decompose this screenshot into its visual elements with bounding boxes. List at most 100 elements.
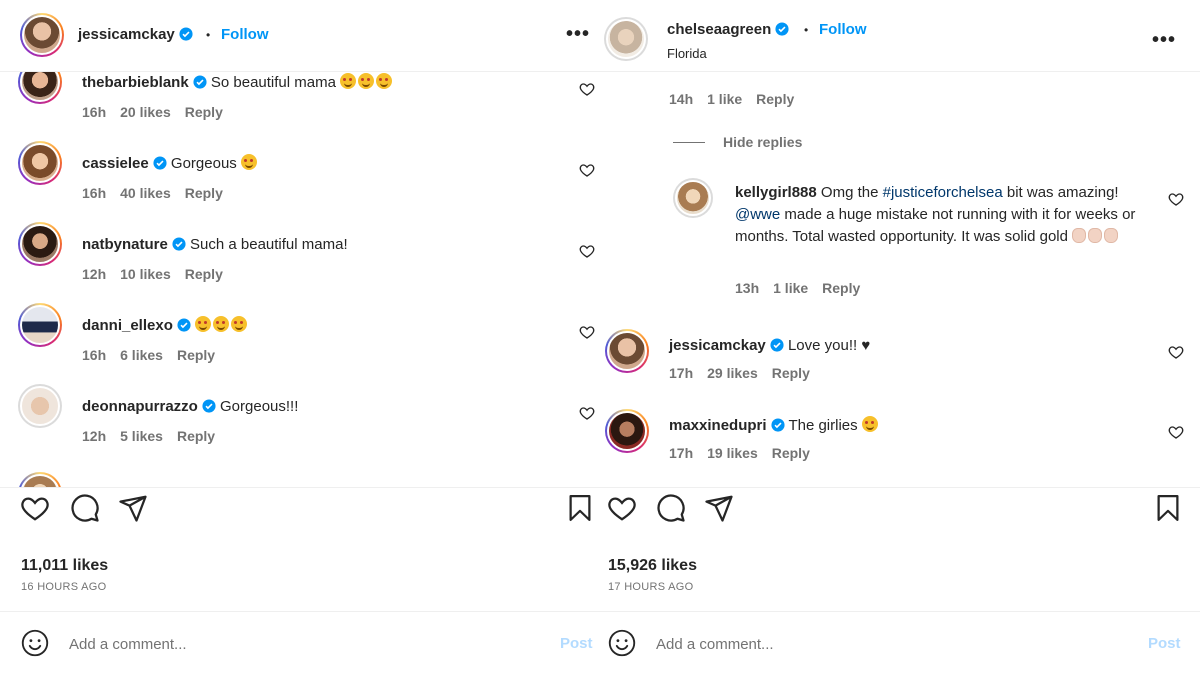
commenter-avatar[interactable]	[18, 303, 62, 347]
reply-button[interactable]: Reply	[185, 185, 223, 201]
comment-meta: 16h 40 likes Reply	[82, 185, 237, 201]
post-comment-button[interactable]: Post	[1148, 635, 1181, 652]
commenter-avatar[interactable]	[673, 178, 713, 218]
commenter-avatar[interactable]	[605, 329, 649, 373]
reply-button[interactable]: Reply	[772, 365, 810, 381]
comment-time: 17h	[669, 365, 694, 381]
post-location[interactable]: Florida	[667, 46, 707, 61]
like-comment-heart-icon[interactable]	[579, 162, 595, 178]
post-actions-bar	[0, 487, 597, 527]
comment-likes[interactable]: 1 like	[707, 91, 742, 107]
emoji-icon[interactable]	[21, 629, 49, 657]
heart-icon[interactable]	[20, 493, 50, 523]
comment-body: natbynature Such a beautiful mama!	[82, 234, 348, 256]
commenter-username[interactable]: thebarbieblank	[82, 74, 189, 91]
post-timestamp: 16 HOURS AGO	[21, 581, 107, 593]
clapping-hands-emoji-icon	[1072, 228, 1120, 245]
comment-icon[interactable]	[70, 493, 100, 523]
comment-icon[interactable]	[656, 493, 686, 523]
add-comment-input[interactable]	[656, 633, 1126, 655]
comment-time: 13h	[735, 280, 760, 296]
reply-button[interactable]: Reply	[756, 91, 794, 107]
comment-time: 12h	[82, 266, 107, 282]
more-options-icon[interactable]: •••	[566, 24, 590, 44]
author-avatar[interactable]	[20, 13, 64, 57]
comment-likes[interactable]: 40 likes	[120, 185, 171, 201]
comment-time: 16h	[82, 347, 107, 363]
comment-likes[interactable]: 29 likes	[707, 365, 758, 381]
commenter-avatar[interactable]	[605, 409, 649, 453]
verified-badge-icon	[179, 27, 193, 41]
commenter-username[interactable]: jessicamckay	[669, 337, 766, 354]
verified-badge-icon	[775, 22, 789, 36]
likes-count[interactable]: 11,011 likes	[21, 557, 108, 575]
comment-likes[interactable]: 10 likes	[120, 266, 171, 282]
commenter-avatar[interactable]	[18, 384, 62, 428]
reply-button[interactable]: Reply	[185, 266, 223, 282]
post-actions-bar	[597, 487, 1200, 527]
like-comment-heart-icon[interactable]	[579, 405, 595, 421]
comment-text: So beautiful mama	[210, 74, 336, 91]
comment-likes[interactable]: 6 likes	[120, 347, 163, 363]
hide-replies-button[interactable]: Hide replies	[723, 134, 802, 150]
commenter-username[interactable]: danni_ellexo	[82, 317, 173, 334]
comment-time: 12h	[82, 428, 107, 444]
like-comment-heart-icon[interactable]	[1168, 191, 1184, 207]
comment-text: The girlies	[788, 417, 858, 434]
reply-button[interactable]: Reply	[185, 104, 223, 120]
commenter-username[interactable]: natbynature	[82, 236, 168, 253]
heart-icon[interactable]	[607, 493, 637, 523]
commenter-avatar[interactable]	[18, 222, 62, 266]
follow-button[interactable]: Follow	[819, 21, 867, 38]
bookmark-icon[interactable]	[1153, 493, 1183, 523]
reply-button[interactable]: Reply	[822, 280, 860, 296]
author-username[interactable]: jessicamckay	[78, 26, 193, 43]
verified-badge-icon	[153, 156, 167, 170]
replies-divider	[673, 142, 705, 143]
commenter-avatar[interactable]	[18, 141, 62, 185]
post-comment-button[interactable]: Post	[560, 635, 593, 652]
commenter-avatar[interactable]	[18, 472, 62, 487]
verified-badge-icon	[177, 318, 191, 332]
commenter-username[interactable]: deonnapurrazzo	[82, 398, 198, 415]
hashtag-link[interactable]: #justiceforchelsea	[883, 184, 1003, 201]
verified-badge-icon	[202, 399, 216, 413]
like-comment-heart-icon[interactable]	[579, 243, 595, 259]
commenter-avatar[interactable]	[18, 72, 62, 104]
follow-button[interactable]: Follow	[221, 26, 269, 43]
reply-button[interactable]: Reply	[772, 445, 810, 461]
likes-count[interactable]: 15,926 likes	[608, 557, 697, 575]
author-avatar[interactable]	[604, 17, 648, 61]
add-comment-input[interactable]	[69, 633, 539, 655]
share-icon[interactable]	[704, 493, 734, 523]
commenter-username[interactable]: maxxinedupri	[669, 417, 767, 434]
more-options-icon[interactable]: •••	[1152, 30, 1176, 50]
comment-time: 14h	[669, 91, 694, 107]
comment-time: 16h	[82, 185, 107, 201]
like-comment-heart-icon[interactable]	[579, 324, 595, 340]
like-comment-heart-icon[interactable]	[579, 81, 595, 97]
comment-likes[interactable]: 5 likes	[120, 428, 163, 444]
comment-text: Gorgeous!!!	[220, 398, 299, 415]
comment-likes[interactable]: 20 likes	[120, 104, 171, 120]
smiling-emoji-icon	[240, 154, 259, 172]
like-comment-heart-icon[interactable]	[1168, 424, 1184, 440]
share-icon[interactable]	[118, 493, 148, 523]
commenter-username[interactable]: cassielee	[82, 155, 149, 172]
reply-button[interactable]: Reply	[177, 428, 215, 444]
bookmark-icon[interactable]	[565, 493, 595, 523]
comment-likes[interactable]: 1 like	[773, 280, 808, 296]
emoji-icon[interactable]	[608, 629, 636, 657]
reply-button[interactable]: Reply	[177, 347, 215, 363]
commenter-username[interactable]: kellygirl888	[735, 184, 817, 201]
comment-meta: 17h 19 likes Reply	[669, 445, 824, 461]
mention-link[interactable]: @wwe	[735, 206, 780, 223]
comment-text: Love you!! ♥	[787, 337, 871, 354]
post-header: jessicamckay • Follow •••	[0, 0, 597, 72]
comment-meta: 13h 1 like Reply	[735, 280, 874, 296]
author-username[interactable]: chelseaagreen	[667, 21, 789, 38]
comment-time: 17h	[669, 445, 694, 461]
comment-likes[interactable]: 19 likes	[707, 445, 758, 461]
like-comment-heart-icon[interactable]	[1168, 344, 1184, 360]
verified-badge-icon	[770, 418, 785, 432]
